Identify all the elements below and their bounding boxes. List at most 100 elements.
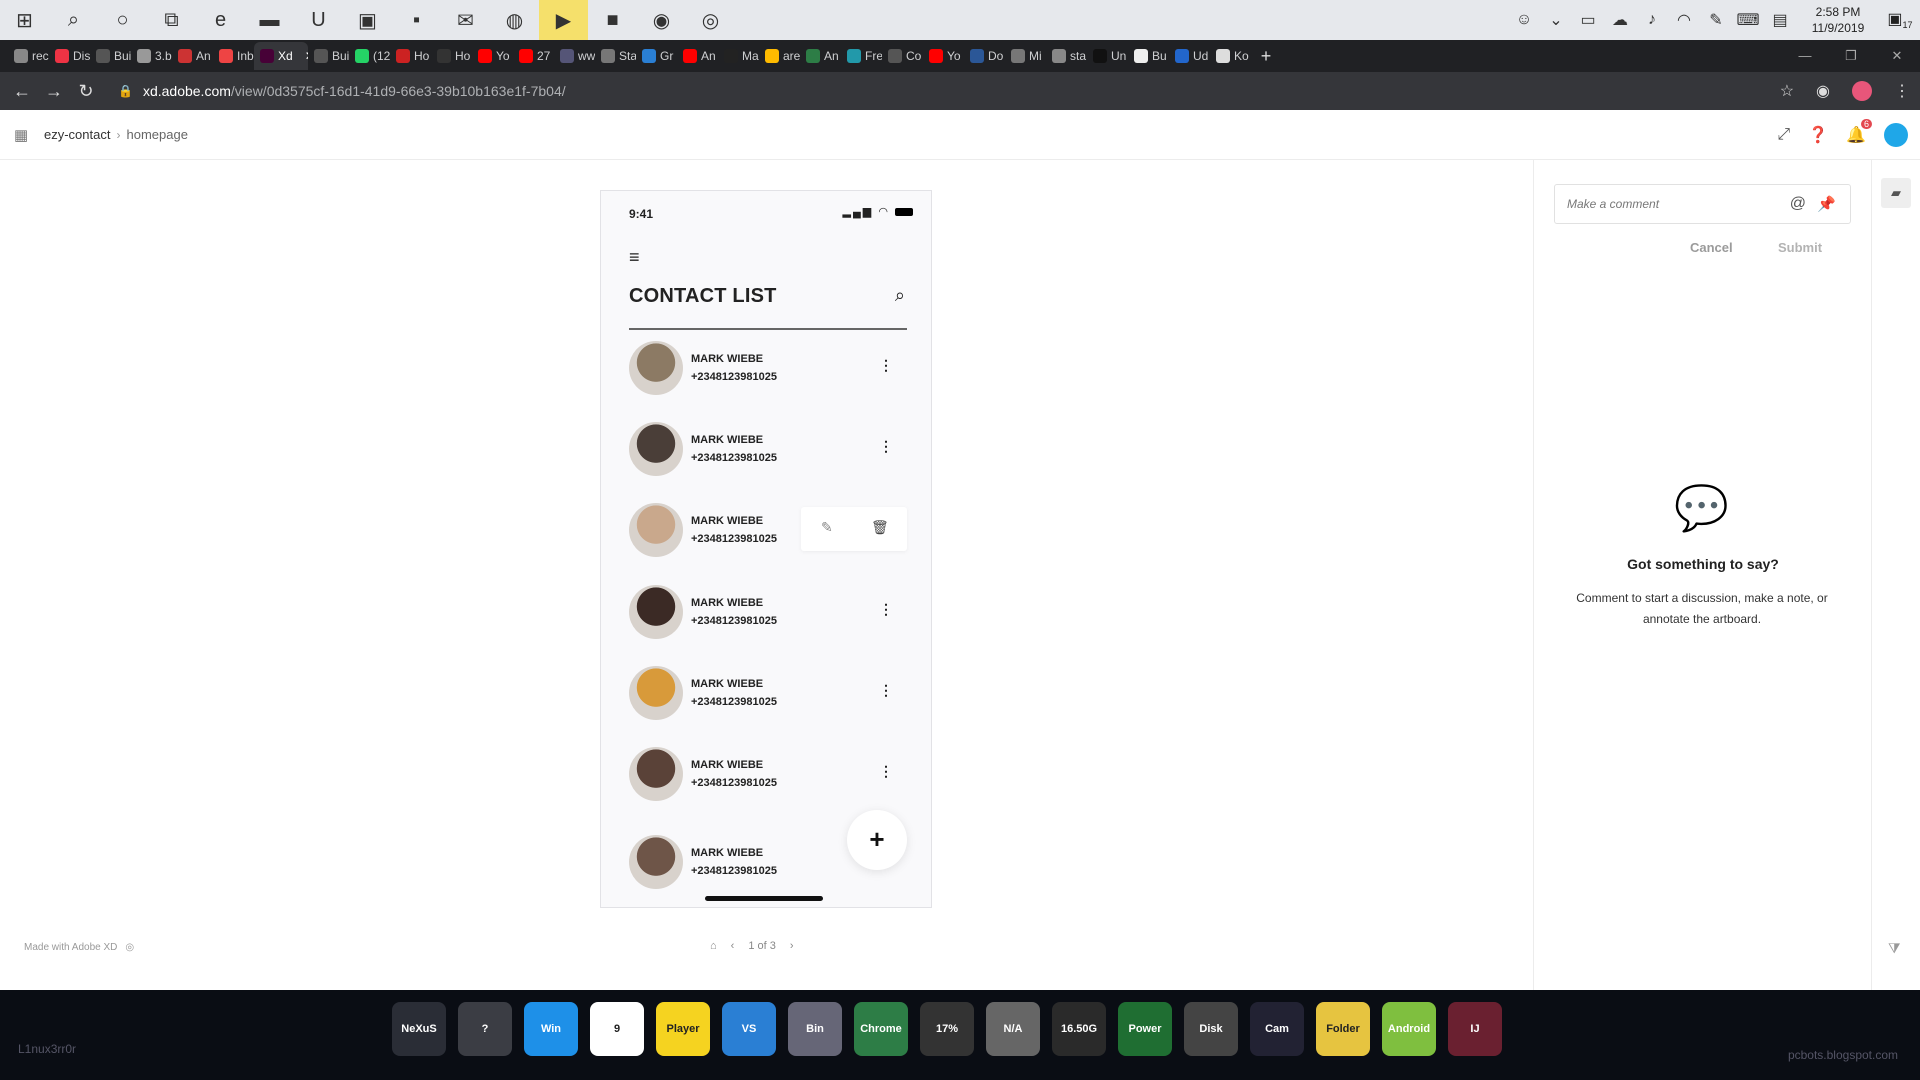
forward-icon[interactable]: →	[38, 81, 70, 102]
dock-app-icon[interactable]: 9	[590, 1002, 644, 1056]
dock-app-icon[interactable]: NeXuS	[392, 1002, 446, 1056]
browser-menu-icon[interactable]: ⋮	[1894, 81, 1910, 101]
browser-tab[interactable]: 27	[513, 42, 554, 70]
dock-app-icon[interactable]: Disk	[1184, 1002, 1238, 1056]
dock-app-icon[interactable]: Bin	[788, 1002, 842, 1056]
keyboard-icon[interactable]: ⌨	[1732, 10, 1764, 30]
mention-icon[interactable]: @	[1790, 195, 1806, 213]
browser-tab[interactable]: An	[800, 42, 841, 70]
browser-tab[interactable]: sta	[1046, 42, 1087, 70]
browser-tab[interactable]: Inb	[213, 42, 254, 70]
filter-icon[interactable]: ⧩	[1888, 940, 1901, 957]
close-icon[interactable]: ✕	[1874, 40, 1920, 72]
chevron-up-icon[interactable]: ⌄	[1540, 10, 1572, 30]
dock-app-icon[interactable]: Android	[1382, 1002, 1436, 1056]
task-view-icon[interactable]: ⧉	[147, 0, 196, 40]
dock-app-icon[interactable]: Chrome	[854, 1002, 908, 1056]
restore-icon[interactable]: ❐	[1828, 40, 1874, 72]
browser-tab[interactable]: Bui	[308, 42, 349, 70]
upwork-icon[interactable]: U	[294, 0, 343, 40]
dock-app-icon[interactable]: N/A	[986, 1002, 1040, 1056]
contact-row[interactable]: MARK WIEBE +2348123981025 ⋮	[629, 747, 907, 807]
browser-tab[interactable]: Yo	[923, 42, 964, 70]
help-icon[interactable]: ❓	[1808, 125, 1828, 145]
browser-tab[interactable]: An	[677, 42, 718, 70]
comment-toggle-icon[interactable]: ▰	[1881, 178, 1911, 208]
browser-tab[interactable]: ww	[554, 42, 595, 70]
browser-tab[interactable]: 3.b	[131, 42, 172, 70]
browser-tab[interactable]: Ho	[390, 42, 431, 70]
browser-tab[interactable]: Ud	[1169, 42, 1210, 70]
grid-icon[interactable]: ▦	[14, 126, 32, 144]
more-options-icon[interactable]: ⋮	[879, 763, 893, 779]
battery-icon[interactable]: ▭	[1572, 10, 1604, 30]
fullscreen-icon[interactable]: ⤢	[1777, 126, 1790, 144]
edit-icon[interactable]: ✎	[821, 519, 833, 536]
dock-app-icon[interactable]: 17%	[920, 1002, 974, 1056]
chrome-icon[interactable]: ◎	[686, 0, 735, 40]
cancel-button[interactable]: Cancel	[1690, 240, 1733, 255]
people-icon[interactable]: ☺	[1508, 11, 1540, 29]
contact-row[interactable]: MARK WIEBE +2348123981025 ✎ 🗑	[629, 503, 907, 563]
contact-row[interactable]: MARK WIEBE +2348123981025 ⋮	[629, 422, 907, 482]
green-app-icon[interactable]: ■	[588, 0, 637, 40]
notifications-bell-icon[interactable]: 🔔 6	[1846, 119, 1872, 145]
dock-app-icon[interactable]: Folder	[1316, 1002, 1370, 1056]
browser-tab[interactable]: Bu	[1128, 42, 1169, 70]
dock-app-icon[interactable]: Win	[524, 1002, 578, 1056]
browser-tab[interactable]: Gr	[636, 42, 677, 70]
user-avatar[interactable]	[1884, 123, 1908, 147]
breadcrumb-project[interactable]: ezy-contact	[44, 127, 110, 142]
pen-icon[interactable]: ✎	[1700, 10, 1732, 30]
add-contact-button[interactable]: +	[847, 810, 907, 870]
made-with-adobe-xd[interactable]: Made with Adobe XD ◎	[24, 942, 134, 953]
onedrive-icon[interactable]: ☁	[1604, 10, 1636, 30]
chrome-remote-icon[interactable]: ◍	[490, 0, 539, 40]
display-icon[interactable]: ▤	[1764, 10, 1796, 30]
submit-button[interactable]: Submit	[1778, 240, 1822, 255]
browser-tab[interactable]: Co	[882, 42, 923, 70]
more-options-icon[interactable]: ⋮	[879, 682, 893, 698]
next-icon[interactable]: ›	[790, 940, 794, 952]
player-active-icon[interactable]: ▶	[539, 0, 588, 40]
minimize-icon[interactable]: —	[1782, 40, 1828, 72]
prev-icon[interactable]: ‹	[731, 940, 735, 952]
extension-icon[interactable]: ◉	[1816, 81, 1830, 101]
browser-tab[interactable]: Sta	[595, 42, 636, 70]
browser-tab[interactable]: Un	[1087, 42, 1128, 70]
back-icon[interactable]: ←	[6, 81, 38, 102]
dock-app-icon[interactable]: Player	[656, 1002, 710, 1056]
file-explorer-icon[interactable]: ▬	[245, 0, 294, 40]
browser-tab[interactable]: Yo	[472, 42, 513, 70]
dock-app-icon[interactable]: 16.50G	[1052, 1002, 1106, 1056]
dock-app-icon[interactable]: ?	[458, 1002, 512, 1056]
contact-row[interactable]: MARK WIEBE +2348123981025 ⋮	[629, 585, 907, 645]
profile-avatar[interactable]	[1852, 81, 1872, 101]
search-icon[interactable]: ⌕	[49, 0, 98, 40]
contact-row[interactable]: MARK WIEBE +2348123981025 ⋮	[629, 666, 907, 726]
store-icon[interactable]: ▣	[343, 0, 392, 40]
browser-tab[interactable]: Dis	[49, 42, 90, 70]
browser-tab[interactable]: Do	[964, 42, 1005, 70]
pin-icon[interactable]: 📌	[1817, 195, 1836, 213]
mail-icon[interactable]: ✉	[441, 0, 490, 40]
windows-start-icon[interactable]: ⊞	[0, 0, 49, 40]
breadcrumb-page[interactable]: homepage	[126, 127, 187, 142]
trash-icon[interactable]: 🗑	[871, 519, 889, 536]
system-clock[interactable]: 2:58 PM 11/9/2019	[1796, 4, 1880, 36]
comment-input[interactable]: Make a comment @ 📌	[1554, 184, 1851, 224]
more-options-icon[interactable]: ⋮	[879, 438, 893, 454]
new-tab-button[interactable]: +	[1251, 46, 1281, 67]
sticky-notes-icon[interactable]: ▪	[392, 0, 441, 40]
action-center-icon[interactable]: ▣17	[1880, 9, 1920, 30]
contact-row[interactable]: MARK WIEBE +2348123981025 ⋮	[629, 341, 907, 401]
browser-tab[interactable]: Ma	[718, 42, 759, 70]
more-options-icon[interactable]: ⋮	[879, 601, 893, 617]
browser-tab[interactable]: Xd✕	[254, 42, 308, 70]
browser-tab[interactable]: rec	[8, 42, 49, 70]
edge-icon[interactable]: e	[196, 0, 245, 40]
android-app-icon[interactable]: ◉	[637, 0, 686, 40]
search-icon[interactable]: ⌕	[895, 285, 905, 306]
bookmark-star-icon[interactable]: ☆	[1780, 81, 1794, 101]
wifi-icon[interactable]: ◠	[1668, 10, 1700, 30]
